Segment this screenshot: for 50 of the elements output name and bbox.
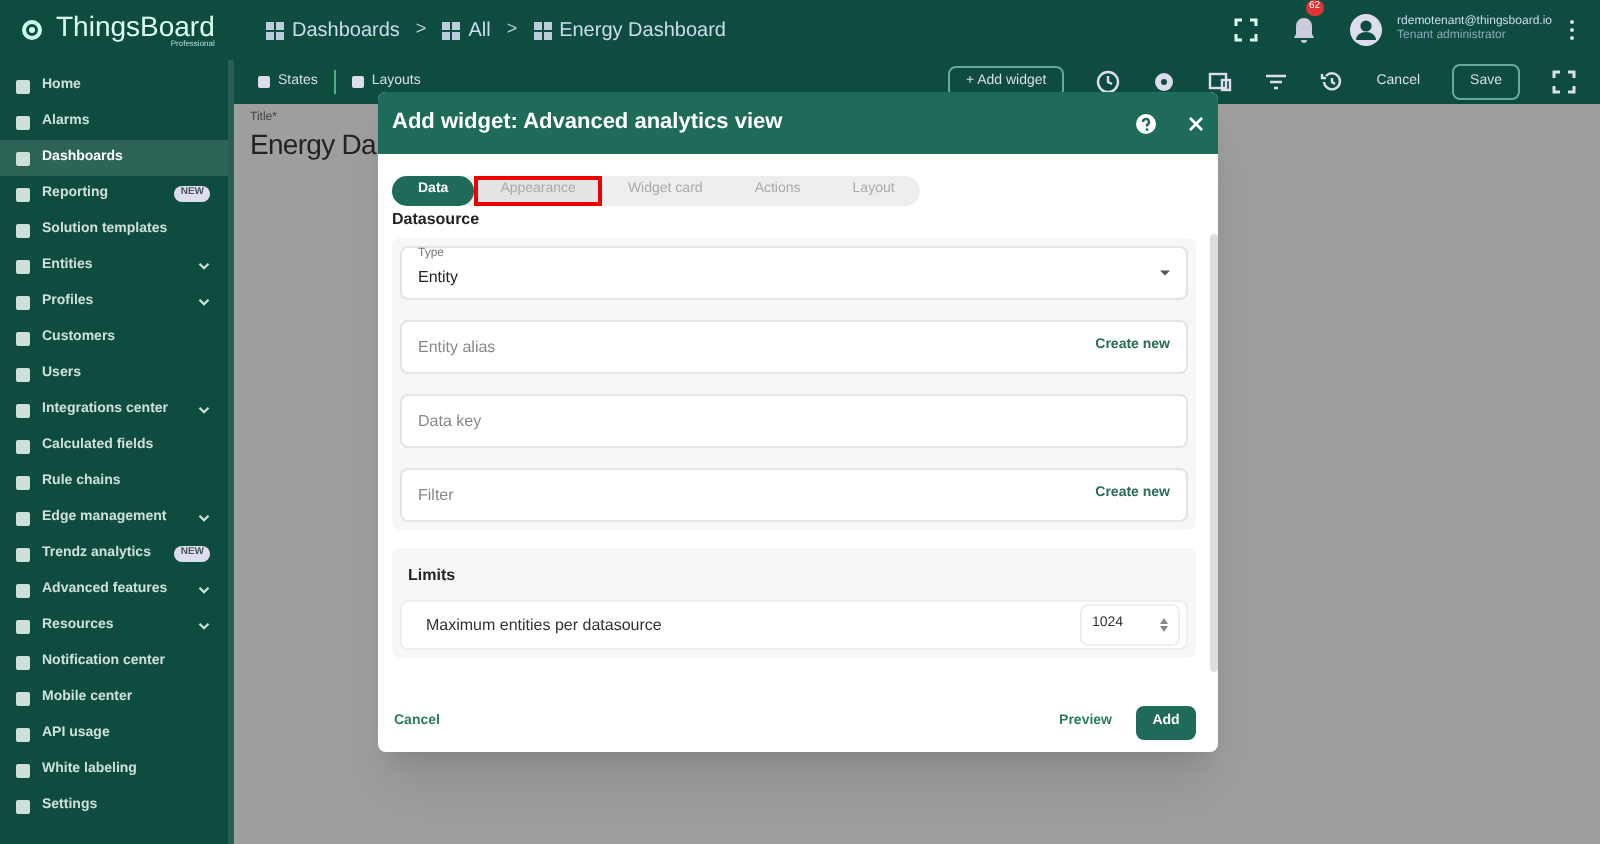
square-icon bbox=[16, 619, 30, 633]
square-icon bbox=[16, 403, 30, 417]
square-icon bbox=[16, 727, 30, 741]
fullscreen-icon[interactable] bbox=[1552, 70, 1576, 94]
breadcrumb-link[interactable]: All bbox=[468, 15, 491, 45]
bell-icon[interactable] bbox=[1289, 16, 1318, 44]
scrollbar[interactable] bbox=[1210, 234, 1218, 672]
devices-icon[interactable] bbox=[1208, 70, 1233, 94]
grid-icon bbox=[266, 21, 284, 39]
square-icon bbox=[16, 367, 30, 381]
history-icon[interactable] bbox=[1320, 70, 1345, 94]
stepper-icon bbox=[1160, 618, 1168, 632]
square-icon bbox=[16, 187, 30, 201]
breadcrumb-separator: > bbox=[415, 16, 427, 43]
square-icon bbox=[16, 799, 30, 813]
square-icon bbox=[16, 439, 30, 453]
square-icon bbox=[16, 223, 30, 237]
breadcrumb-link[interactable]: Dashboards bbox=[292, 15, 400, 45]
field-label: Maximum entities per datasource bbox=[426, 613, 662, 637]
square-icon bbox=[16, 295, 30, 309]
square-icon bbox=[16, 547, 30, 561]
square-icon bbox=[16, 691, 30, 705]
user-avatar-icon[interactable] bbox=[1349, 14, 1382, 46]
square-icon bbox=[16, 511, 30, 525]
square-icon bbox=[16, 655, 30, 669]
clock-icon[interactable] bbox=[1096, 70, 1121, 94]
square-icon bbox=[16, 331, 30, 345]
grid-icon bbox=[533, 21, 552, 39]
square-icon bbox=[16, 763, 30, 777]
breadcrumb-link[interactable]: Energy Dashboard bbox=[559, 15, 726, 45]
section-heading: Datasource bbox=[392, 208, 482, 232]
settings-icon[interactable] bbox=[1152, 70, 1177, 94]
help-icon[interactable] bbox=[1136, 113, 1156, 133]
filter-icon[interactable] bbox=[1264, 70, 1289, 94]
input-field[interactable]: Data key bbox=[400, 394, 1188, 448]
logo-text: ThingsBoard bbox=[56, 12, 215, 40]
close-icon[interactable] bbox=[1188, 115, 1204, 131]
square-icon bbox=[16, 115, 30, 129]
square-icon bbox=[16, 259, 30, 273]
square-icon bbox=[16, 475, 30, 489]
more-icon[interactable] bbox=[1568, 18, 1576, 42]
dialog-title: Add widget: Advanced analytics view bbox=[392, 108, 783, 139]
dashboard-title: Energy Da bbox=[250, 128, 376, 163]
grid-icon bbox=[442, 21, 461, 39]
dropdown-arrow-icon bbox=[1160, 270, 1170, 276]
square-icon bbox=[16, 583, 30, 597]
breadcrumb-separator: > bbox=[506, 16, 518, 43]
square-icon bbox=[16, 151, 30, 165]
square-icon bbox=[16, 79, 30, 93]
section-heading: Limits bbox=[406, 564, 458, 588]
